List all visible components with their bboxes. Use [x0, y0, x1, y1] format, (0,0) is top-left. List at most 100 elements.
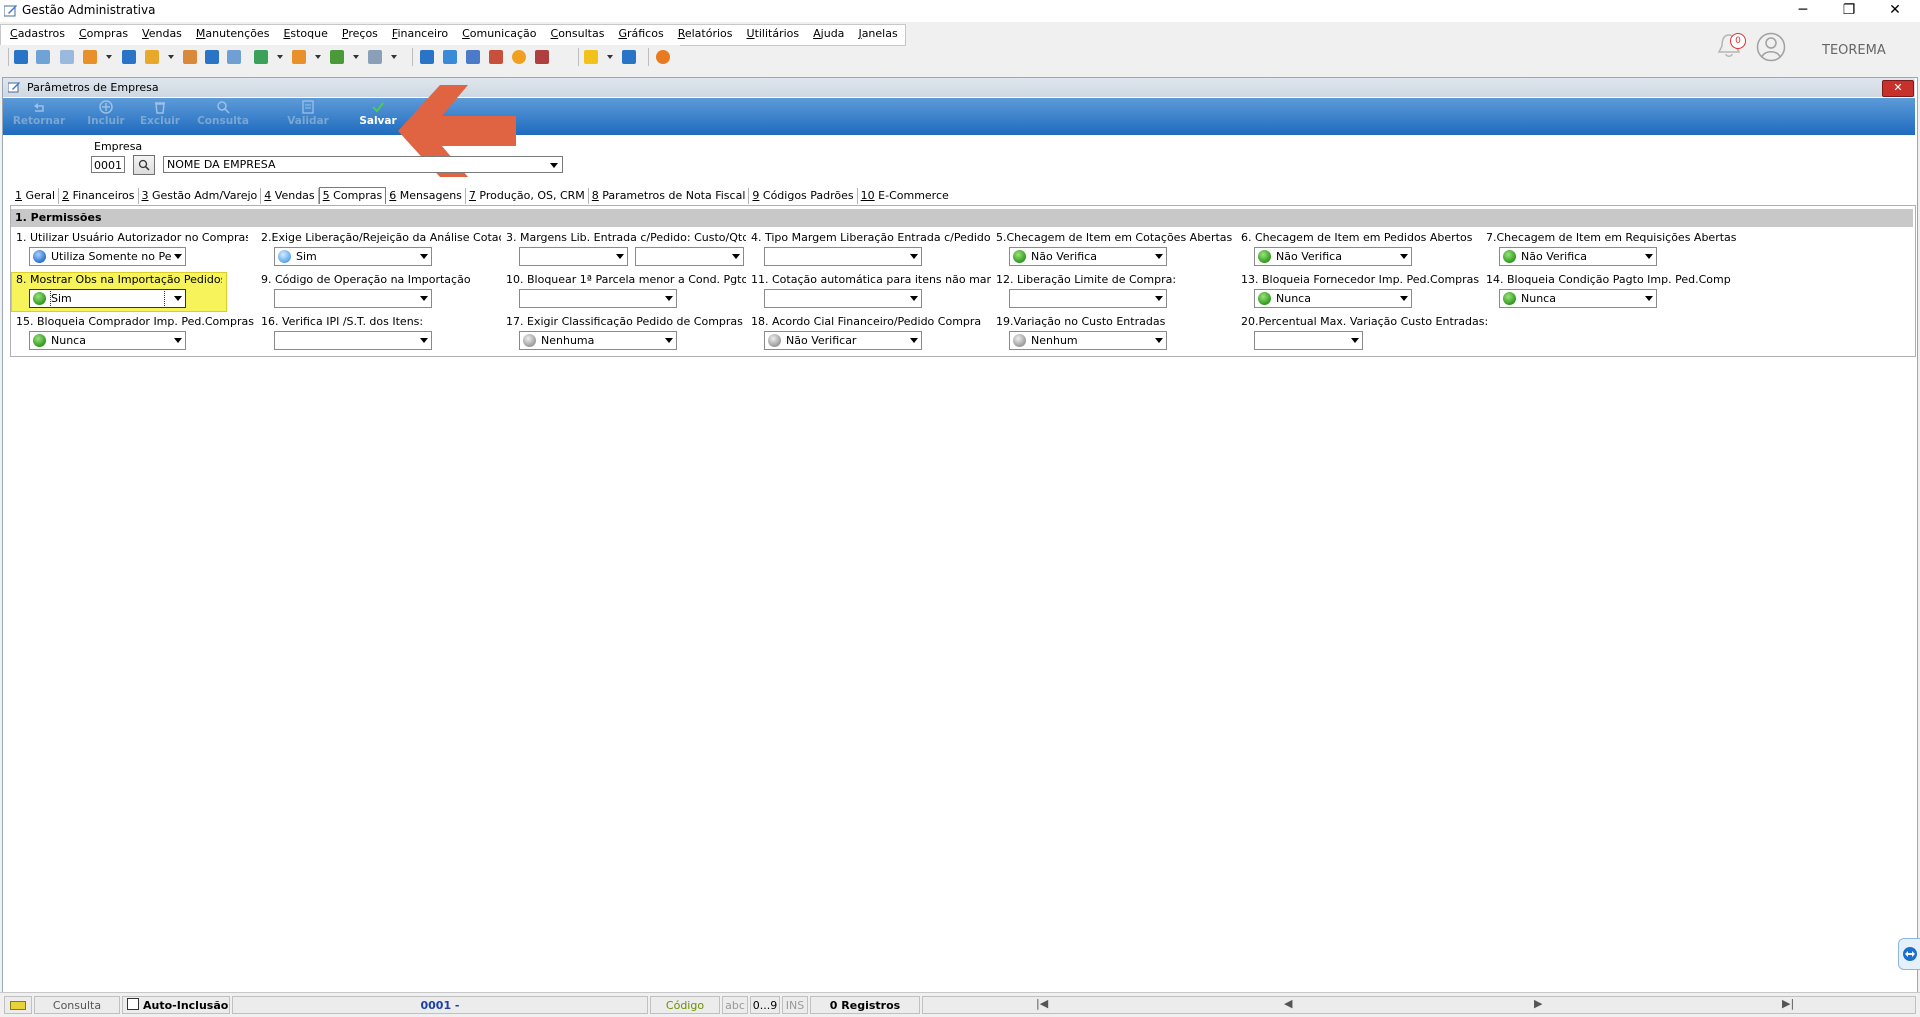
- auto-inclusao-toggle[interactable]: Auto-Inclusão: [122, 996, 230, 1014]
- clock-icon[interactable]: [512, 50, 526, 64]
- tab-strip: 1 Geral 2 Financeiros 3 Gestão Adm/Varejo 4…: [12, 187, 952, 205]
- field-6-label: 6. Checagem de Item em Pedidos Abertos: [1241, 231, 1473, 244]
- field-2-select[interactable]: Sim: [274, 247, 432, 266]
- tab-geral[interactable]: 1 Geral: [12, 188, 60, 204]
- field-18-select[interactable]: Não Verificar: [764, 331, 922, 350]
- menu-utilitarios[interactable]: Utilitários: [740, 25, 807, 43]
- first-record-button[interactable]: |◀: [1036, 997, 1048, 1010]
- search-icon: [138, 159, 150, 171]
- truck-icon[interactable]: [330, 50, 344, 64]
- calculator-icon[interactable]: [443, 50, 457, 64]
- field-4-select[interactable]: [764, 247, 922, 266]
- tab-producao-os-crm[interactable]: 7 Produção, OS, CRM: [466, 188, 589, 204]
- printer-icon[interactable]: [368, 50, 382, 64]
- field-6-select[interactable]: Não Verifica: [1254, 247, 1412, 266]
- consulta-button[interactable]: Consulta: [193, 100, 253, 127]
- field-10-select[interactable]: [519, 289, 677, 308]
- tab-vendas[interactable]: 4 Vendas: [261, 188, 319, 204]
- menu-manutencoes[interactable]: Manutenções: [189, 25, 277, 43]
- excluir-button[interactable]: Excluir: [135, 100, 185, 127]
- empresa-search-button[interactable]: [133, 155, 155, 175]
- info-icon[interactable]: [622, 50, 636, 64]
- retornar-button[interactable]: Retornar: [11, 100, 67, 127]
- menu-ajuda[interactable]: Ajuda: [806, 25, 851, 43]
- menu-graficos[interactable]: Gráficos: [611, 25, 670, 43]
- menu-consultas[interactable]: Consultas: [544, 25, 612, 43]
- field-14-select[interactable]: Nunca: [1499, 289, 1657, 308]
- tab-financeiros[interactable]: 2 Financeiros: [59, 188, 139, 204]
- field-15-value: Nunca: [51, 334, 86, 347]
- field-13-select[interactable]: Nunca: [1254, 289, 1412, 308]
- menu-cadastros[interactable]: Cadastros: [1, 25, 72, 43]
- field-9-select[interactable]: [274, 289, 432, 308]
- dropdown-arrow-icon[interactable]: [391, 55, 397, 59]
- calendar-icon[interactable]: [466, 50, 480, 64]
- close-window-button[interactable]: ✕: [1872, 0, 1918, 22]
- empresa-code-field[interactable]: 0001: [91, 156, 125, 173]
- tab-compras[interactable]: 5 Compras: [318, 187, 387, 204]
- validar-button[interactable]: Validar: [283, 100, 333, 127]
- dropdown-arrow-icon[interactable]: [106, 55, 112, 59]
- menu-relatorios[interactable]: Relatórios: [671, 25, 740, 43]
- person-icon[interactable]: [183, 50, 197, 64]
- field-19-select[interactable]: Nenhum: [1009, 331, 1167, 350]
- field-11-select[interactable]: [764, 289, 922, 308]
- dropdown-arrow-icon[interactable]: [353, 55, 359, 59]
- hierarchy-icon[interactable]: [83, 50, 97, 64]
- package-icon[interactable]: [145, 50, 159, 64]
- incluir-button[interactable]: Incluir: [81, 100, 131, 127]
- salvar-button[interactable]: Salvar: [353, 100, 403, 127]
- report-icon[interactable]: [205, 50, 219, 64]
- last-record-button[interactable]: ▶|: [1782, 997, 1794, 1010]
- people-icon[interactable]: [36, 50, 50, 64]
- field-16-select[interactable]: [274, 331, 432, 350]
- user-avatar-icon[interactable]: [1756, 32, 1786, 62]
- previous-record-button[interactable]: ◀: [1284, 997, 1292, 1010]
- grid-icon[interactable]: [420, 50, 434, 64]
- close-inner-window-button[interactable]: ✕: [1882, 80, 1914, 97]
- field-20-select[interactable]: [1254, 331, 1363, 350]
- field-8-select[interactable]: Sim: [29, 289, 186, 308]
- dropdown-arrow-icon[interactable]: [607, 55, 613, 59]
- menu-financeiro[interactable]: Financeiro: [385, 25, 455, 43]
- menu-precos[interactable]: Preços: [335, 25, 385, 43]
- tab-gestao-adm-varejo[interactable]: 3 Gestão Adm/Varejo: [139, 188, 262, 204]
- field-1-select[interactable]: Utiliza Somente no Pe: [29, 247, 186, 266]
- folder-icon[interactable]: [14, 50, 28, 64]
- restore-button[interactable]: ❐: [1826, 0, 1872, 22]
- field-3-qtde-select[interactable]: [635, 247, 744, 266]
- field-12-select[interactable]: [1009, 289, 1167, 308]
- field-15-select[interactable]: Nunca: [29, 331, 186, 350]
- field-5-select[interactable]: Não Verifica: [1009, 247, 1167, 266]
- tab-e-commerce[interactable]: 10 E-Commerce: [858, 188, 952, 204]
- tab-nota-fiscal[interactable]: 8 Parametros de Nota Fiscal: [589, 188, 750, 204]
- field-17-select[interactable]: Nenhuma: [519, 331, 677, 350]
- tab-mensagens[interactable]: 6 Mensagens: [386, 188, 466, 204]
- star-icon[interactable]: [584, 50, 598, 64]
- box-icon[interactable]: [292, 50, 306, 64]
- empresa-name-select[interactable]: NOME DA EMPRESA: [163, 156, 563, 173]
- chevron-down-icon: [616, 254, 624, 259]
- id-card-icon[interactable]: [227, 50, 241, 64]
- menu-vendas[interactable]: Vendas: [135, 25, 189, 43]
- menu-janelas[interactable]: Janelas: [851, 25, 904, 43]
- menu-comunicacao[interactable]: Comunicação: [455, 25, 543, 43]
- cart-icon[interactable]: [254, 50, 268, 64]
- field-3-custo-select[interactable]: [519, 247, 628, 266]
- minimize-button[interactable]: ─: [1780, 0, 1826, 22]
- dropdown-arrow-icon[interactable]: [168, 55, 174, 59]
- tab-codigos-padroes[interactable]: 9 Códigos Padrões: [749, 188, 858, 204]
- next-record-button[interactable]: ▶: [1534, 997, 1542, 1010]
- dropdown-arrow-icon[interactable]: [315, 55, 321, 59]
- menu-compras[interactable]: Compras: [72, 25, 135, 43]
- remote-support-tab[interactable]: [1898, 938, 1920, 970]
- chart-icon[interactable]: [489, 50, 503, 64]
- card-icon[interactable]: [60, 50, 74, 64]
- power-icon[interactable]: [656, 50, 670, 64]
- menu-estoque[interactable]: Estoque: [276, 25, 334, 43]
- document-icon[interactable]: [122, 50, 136, 64]
- field-7-select[interactable]: Não Verifica: [1499, 247, 1657, 266]
- dropdown-arrow-icon[interactable]: [277, 55, 283, 59]
- checkbox[interactable]: [127, 998, 139, 1010]
- search-document-icon[interactable]: [535, 50, 549, 64]
